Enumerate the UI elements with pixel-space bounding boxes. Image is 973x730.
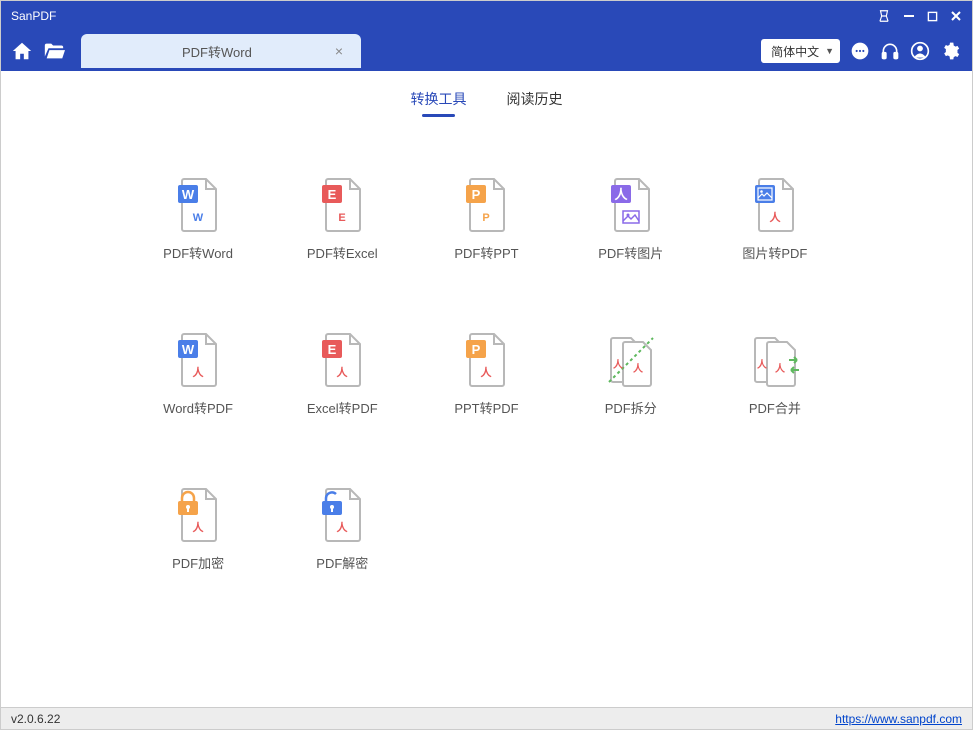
tool-label: PPT转PDF: [454, 398, 518, 417]
tool-pdf-split[interactable]: 人人 PDF拆分: [564, 332, 698, 417]
tab-read-history[interactable]: 阅读历史: [507, 85, 563, 117]
language-dropdown[interactable]: 简体中文 ▼: [761, 39, 840, 63]
content: 转换工具 阅读历史 WW PDF转Word EE PDF转Excel PP PD…: [1, 71, 972, 707]
svg-text:人: 人: [337, 520, 349, 534]
chevron-down-icon: ▼: [825, 46, 834, 56]
tool-label: PDF加密: [172, 553, 224, 572]
theme-icon[interactable]: [877, 9, 891, 23]
tool-pdf-to-image[interactable]: 人 PDF转图片: [564, 177, 698, 262]
svg-text:P: P: [483, 212, 490, 224]
pdf-split-icon: 人人: [603, 332, 659, 388]
tool-word-to-pdf[interactable]: W人 Word转PDF: [131, 332, 265, 417]
titlebar: SanPDF: [1, 1, 972, 31]
svg-text:人: 人: [193, 520, 205, 534]
svg-text:P: P: [472, 342, 481, 357]
tool-label: 图片转PDF: [742, 243, 807, 262]
app-title: SanPDF: [11, 9, 877, 23]
svg-text:人: 人: [614, 187, 628, 202]
toolbar-left: PDF转Word ×: [11, 31, 361, 71]
tools-grid: WW PDF转Word EE PDF转Excel PP PDF转PPT 人 PD…: [1, 117, 972, 572]
tool-pdf-encrypt[interactable]: 人 PDF加密: [131, 487, 265, 572]
open-folder-icon[interactable]: [43, 40, 65, 62]
svg-text:W: W: [182, 187, 195, 202]
svg-text:E: E: [328, 187, 337, 202]
close-button[interactable]: [950, 9, 962, 23]
excel-to-pdf-icon: E人: [314, 332, 370, 388]
pdf-to-ppt-icon: PP: [458, 177, 514, 233]
tool-label: PDF拆分: [605, 398, 657, 417]
tool-image-to-pdf[interactable]: 人 图片转PDF: [708, 177, 842, 262]
tool-pdf-to-word[interactable]: WW PDF转Word: [131, 177, 265, 262]
image-to-pdf-icon: 人: [747, 177, 803, 233]
pdf-merge-icon: 人人: [747, 332, 803, 388]
pdf-to-excel-icon: EE: [314, 177, 370, 233]
pdf-decrypt-icon: 人: [314, 487, 370, 543]
svg-text:人: 人: [757, 358, 768, 371]
tool-pdf-to-ppt[interactable]: PP PDF转PPT: [419, 177, 553, 262]
tab-active[interactable]: PDF转Word ×: [81, 34, 361, 68]
tool-ppt-to-pdf[interactable]: P人 PPT转PDF: [419, 332, 553, 417]
tab-convert-tools[interactable]: 转换工具: [411, 85, 467, 117]
maximize-button[interactable]: [927, 9, 938, 23]
tool-pdf-to-excel[interactable]: EE PDF转Excel: [275, 177, 409, 262]
pdf-to-word-icon: WW: [170, 177, 226, 233]
svg-text:E: E: [328, 342, 337, 357]
svg-text:人: 人: [769, 210, 781, 224]
svg-text:人: 人: [613, 358, 624, 371]
tool-label: Word转PDF: [163, 398, 233, 417]
tool-pdf-merge[interactable]: 人人 PDF合并: [708, 332, 842, 417]
tool-label: PDF解密: [316, 553, 368, 572]
toolbar-right: 简体中文 ▼: [761, 39, 960, 63]
statusbar: v2.0.6.22 https://www.sanpdf.com: [1, 707, 972, 729]
chat-icon[interactable]: [850, 41, 870, 61]
toolbar: PDF转Word × 简体中文 ▼: [1, 31, 972, 71]
tool-label: PDF合并: [749, 398, 801, 417]
pdf-encrypt-icon: 人: [170, 487, 226, 543]
settings-icon[interactable]: [940, 41, 960, 61]
tool-label: PDF转PPT: [454, 243, 518, 262]
version-label: v2.0.6.22: [11, 712, 835, 726]
user-icon[interactable]: [910, 41, 930, 61]
tool-label: Excel转PDF: [307, 398, 378, 417]
svg-text:E: E: [339, 212, 346, 224]
svg-text:人: 人: [775, 362, 786, 375]
tab-label: PDF转Word: [99, 42, 335, 61]
tool-label: PDF转Excel: [307, 243, 378, 262]
svg-text:人: 人: [633, 362, 644, 375]
pdf-to-image-icon: 人: [603, 177, 659, 233]
svg-text:人: 人: [481, 365, 493, 379]
tool-excel-to-pdf[interactable]: E人 Excel转PDF: [275, 332, 409, 417]
svg-text:W: W: [182, 342, 195, 357]
home-icon[interactable]: [11, 40, 33, 62]
tab-close-icon[interactable]: ×: [335, 43, 343, 59]
tool-label: PDF转Word: [163, 243, 233, 262]
svg-text:W: W: [193, 212, 204, 224]
content-tabs: 转换工具 阅读历史: [1, 71, 972, 117]
headphones-icon[interactable]: [880, 41, 900, 61]
ppt-to-pdf-icon: P人: [458, 332, 514, 388]
minimize-button[interactable]: [903, 9, 915, 23]
svg-text:P: P: [472, 187, 481, 202]
window-controls: [877, 9, 962, 23]
language-label: 简体中文: [771, 43, 819, 60]
tool-pdf-decrypt[interactable]: 人 PDF解密: [275, 487, 409, 572]
svg-text:人: 人: [337, 365, 349, 379]
website-link[interactable]: https://www.sanpdf.com: [835, 712, 962, 726]
word-to-pdf-icon: W人: [170, 332, 226, 388]
tool-label: PDF转图片: [598, 243, 663, 262]
svg-text:人: 人: [193, 365, 205, 379]
